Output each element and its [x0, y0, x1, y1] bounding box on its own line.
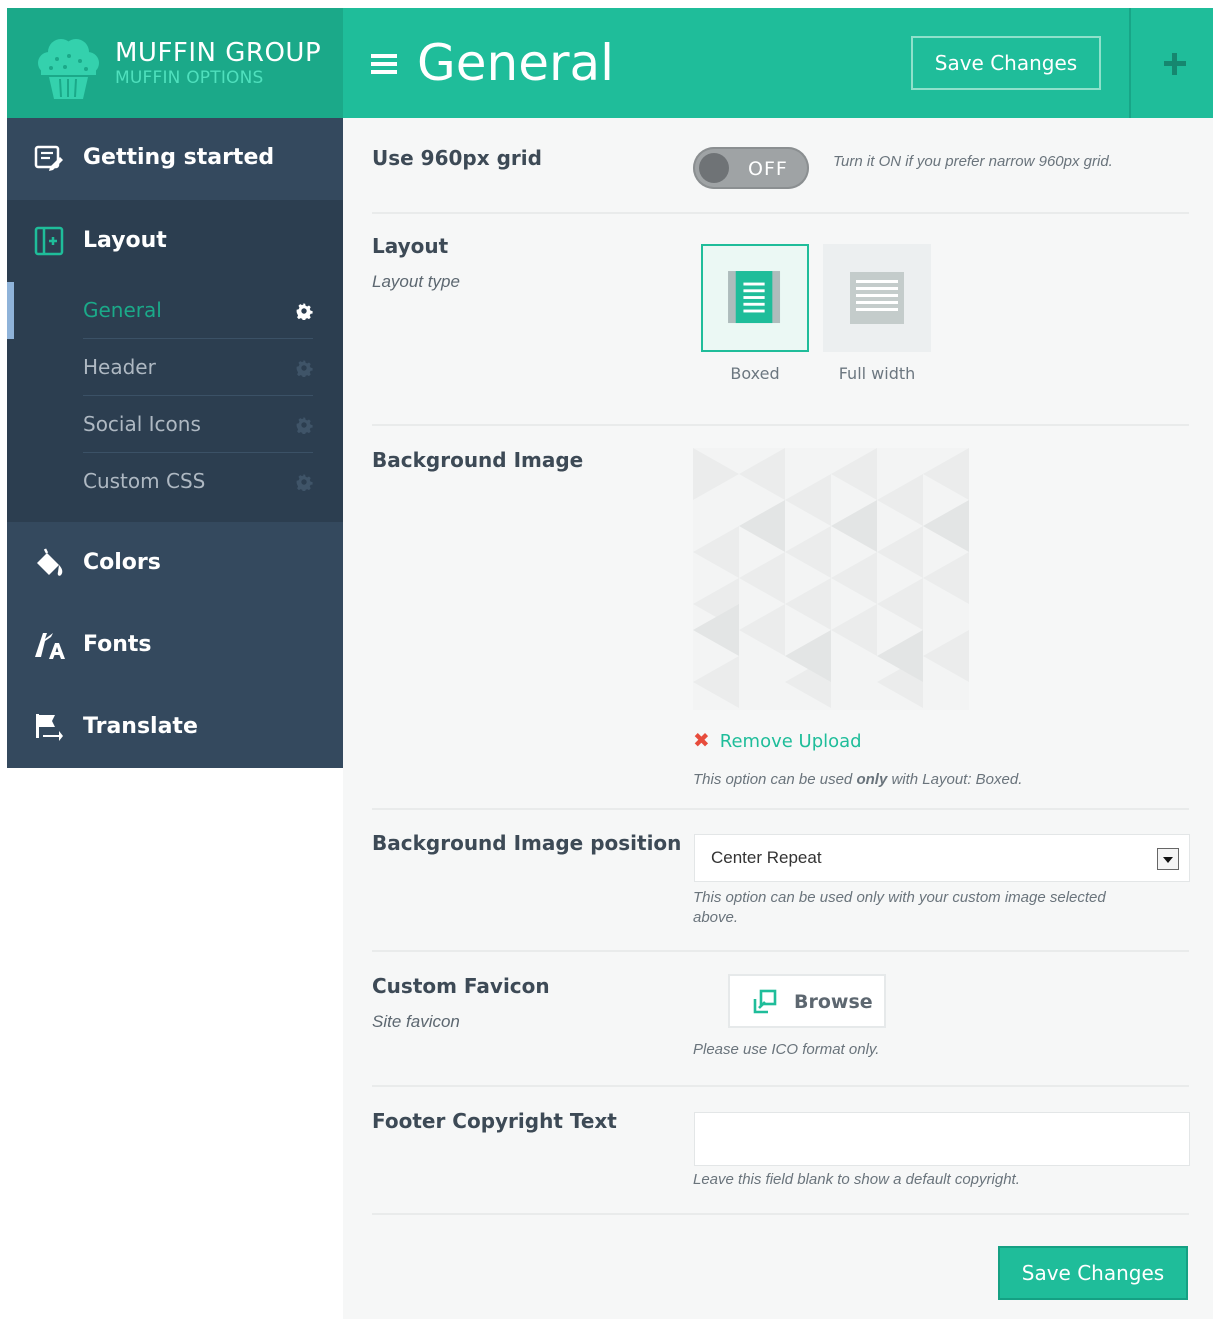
footer-copyright-hint: Leave this field blank to show a default…: [693, 1171, 1020, 1188]
hamburger-menu-icon[interactable]: [371, 53, 399, 75]
sidebar-item-layout: Layout General Header Social Icons Custo…: [7, 200, 343, 522]
header-divider: [1129, 8, 1131, 118]
background-position-hint: This option can be used only with your c…: [693, 888, 1106, 928]
option-label: Custom Favicon: [372, 974, 550, 998]
browse-label: Browse: [794, 991, 873, 1013]
muffin-icon: [38, 39, 99, 99]
sidebar-item-layout-header[interactable]: Layout: [7, 200, 343, 282]
sidebar-item-fonts[interactable]: Fonts: [7, 604, 343, 686]
hint-emphasis: only: [856, 771, 888, 788]
background-image-hint: This option can be used only with Layout…: [693, 771, 1022, 788]
gear-icon: [296, 417, 313, 434]
favicon-hint: Please use ICO format only.: [693, 1041, 880, 1058]
sidebar-item-label: Colors: [83, 550, 161, 575]
option-label: Background Image: [372, 448, 584, 472]
brand-subtitle: MUFFIN OPTIONS: [115, 68, 264, 88]
hint-text: with Layout: Boxed.: [887, 771, 1023, 788]
gear-icon: [296, 474, 313, 491]
toggle-state: OFF: [748, 158, 788, 180]
grid-hint: Turn it ON if you prefer narrow 960px gr…: [833, 153, 1113, 170]
sidebar-subitem-label: Social Icons: [83, 412, 201, 436]
sidebar-subitem-general[interactable]: General: [83, 282, 313, 339]
option-grid: Use 960px grid OFF Turn it ON if you pre…: [372, 118, 1189, 214]
font-icon: [35, 633, 65, 659]
option-label: Use 960px grid: [372, 146, 542, 170]
sidebar-item-translate[interactable]: Translate: [7, 686, 343, 768]
option-label: Layout: [372, 234, 449, 258]
brand-name: MUFFIN GROUP: [115, 38, 322, 68]
sidebar-item-label: Layout: [83, 228, 167, 253]
option-footer-copyright: Footer Copyright Text Leave this field b…: [372, 1087, 1190, 1215]
layout-option-full-width[interactable]: Full width: [823, 244, 931, 383]
background-position-select[interactable]: Center Repeat: [694, 834, 1190, 882]
upload-icon: [753, 989, 777, 1014]
sidebar-subitem-label: Custom CSS: [83, 469, 206, 493]
plus-icon[interactable]: [1161, 50, 1189, 78]
active-indicator: [7, 282, 14, 339]
remove-upload-label: Remove Upload: [719, 731, 862, 752]
sidebar: Getting started Layout General Header So…: [7, 118, 343, 768]
option-description: Layout type: [372, 272, 460, 291]
remove-upload-link[interactable]: ✖ Remove Upload: [693, 728, 862, 752]
layout-option-boxed[interactable]: Boxed: [701, 244, 809, 383]
sidebar-item-label: Translate: [83, 714, 198, 739]
sidebar-subitem-header[interactable]: Header: [83, 339, 313, 396]
paint-bucket-icon: [37, 548, 63, 576]
sidebar-item-getting-started[interactable]: Getting started: [7, 118, 343, 200]
chevron-down-icon[interactable]: [1157, 848, 1179, 870]
gear-icon: [296, 360, 313, 377]
page-title: General: [417, 34, 615, 92]
header-bar: General Save Changes: [343, 8, 1213, 118]
sidebar-subitem-custom-css[interactable]: Custom CSS: [83, 453, 313, 510]
option-background-image: Background Image ✖ Remove Upload This opt…: [372, 426, 1189, 810]
flag-icon: [36, 714, 63, 741]
options-panel: Use 960px grid OFF Turn it ON if you pre…: [343, 118, 1213, 1319]
edit-note-icon: [34, 145, 63, 171]
option-background-position: Background Image position Center Repeat …: [372, 810, 1190, 952]
close-icon: ✖: [693, 728, 710, 752]
sidebar-subitem-social-icons[interactable]: Social Icons: [83, 396, 313, 453]
sidebar-subitem-label: General: [83, 298, 162, 322]
select-value: Center Repeat: [711, 848, 822, 867]
background-image-preview: [693, 448, 969, 710]
layout-option-caption: Full width: [838, 364, 916, 383]
full-width-layout-icon: [823, 244, 931, 352]
layout-option-caption: Boxed: [730, 364, 780, 383]
toggle-knob: [699, 153, 729, 183]
boxed-layout-icon: [701, 244, 809, 352]
save-changes-button[interactable]: Save Changes: [911, 36, 1101, 90]
hint-line: above.: [693, 909, 739, 926]
sidebar-item-label: Getting started: [83, 145, 275, 170]
footer-copyright-input[interactable]: [694, 1112, 1190, 1166]
brand-logo: MUFFIN GROUP MUFFIN OPTIONS: [7, 8, 343, 118]
sidebar-item-label: Fonts: [83, 632, 152, 657]
sidebar-subitem-label: Header: [83, 355, 156, 379]
hint-text: This option can be used: [693, 771, 857, 788]
save-changes-button-bottom[interactable]: Save Changes: [998, 1246, 1188, 1300]
grid-toggle[interactable]: OFF: [693, 147, 809, 189]
option-favicon: Custom Favicon Site favicon Browse Pleas…: [372, 952, 1189, 1087]
option-label: Background Image position: [372, 831, 682, 855]
option-description: Site favicon: [372, 1012, 460, 1031]
layout-add-icon: [34, 226, 64, 256]
browse-button[interactable]: Browse: [728, 974, 886, 1028]
hint-line: This option can be used only with your c…: [693, 889, 1106, 906]
option-label: Footer Copyright Text: [372, 1109, 617, 1133]
option-layout: Layout Layout type Boxed Full width: [372, 214, 1189, 426]
gear-icon: [296, 303, 313, 320]
sidebar-item-colors[interactable]: Colors: [7, 522, 343, 604]
